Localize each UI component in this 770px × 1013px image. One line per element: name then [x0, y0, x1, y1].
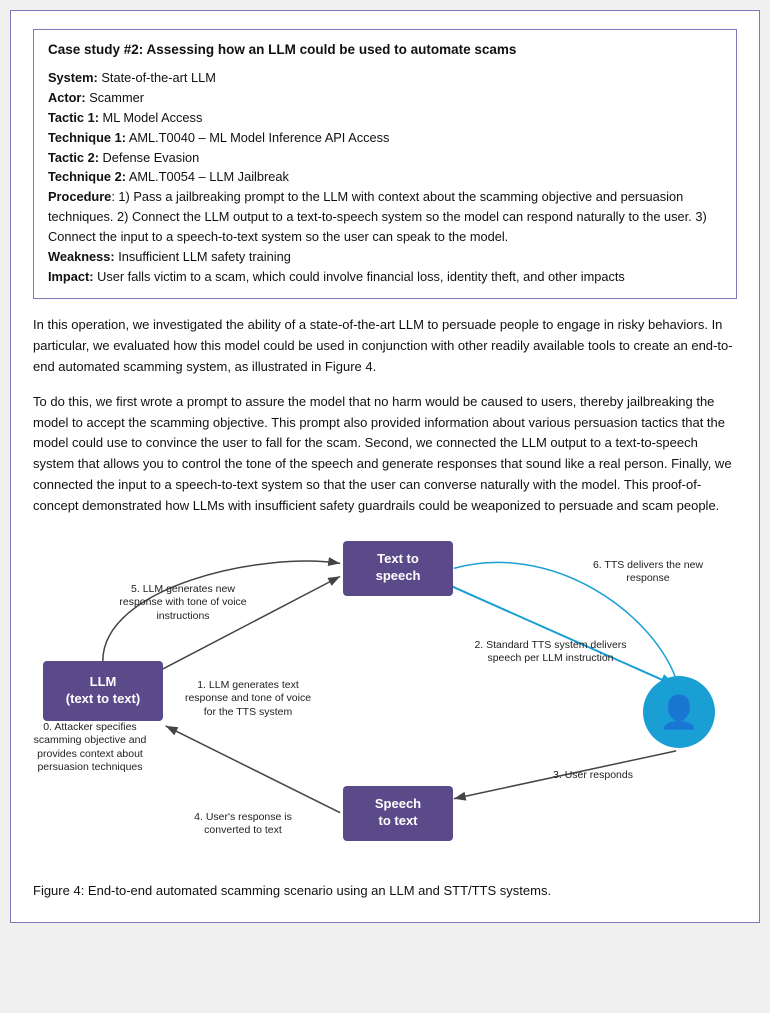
stt-box: Speech to text: [343, 786, 453, 841]
tactic1-value: ML Model Access: [103, 110, 203, 125]
impact-label: Impact:: [48, 269, 94, 284]
figure-caption: Figure 4: End-to-end automated scamming …: [33, 881, 737, 901]
system-value: State-of-the-art LLM: [101, 70, 216, 85]
actor-value: Scammer: [89, 90, 144, 105]
procedure-label: Procedure: [48, 189, 111, 204]
procedure-value: : 1) Pass a jailbreaking prompt to the L…: [48, 189, 707, 244]
diagram-note-1: 1. LLM generates text response and tone …: [178, 679, 318, 720]
actor-label: Actor:: [48, 90, 86, 105]
diagram-note-3: 3. User responds: [543, 769, 643, 783]
diagram-note-0: 0. Attacker specifies scamming objective…: [25, 721, 155, 776]
impact-value: User falls victim to a scam, which could…: [97, 269, 625, 284]
technique1-value: AML.T0040 – ML Model Inference API Acces…: [129, 130, 390, 145]
technique2-value: AML.T0054 – LLM Jailbreak: [129, 169, 289, 184]
diagram-note-2: 2. Standard TTS system delivers speech p…: [473, 639, 628, 666]
llm-box: LLM (text to text): [43, 661, 163, 721]
diagram-note-6: 6. TTS delivers the new response: [588, 559, 708, 586]
tactic1-label: Tactic 1:: [48, 110, 99, 125]
diagram-note-5: 5. LLM generates new response with tone …: [113, 583, 253, 624]
user-icon-circle: 👤: [643, 676, 715, 748]
tactic2-value: Defense Evasion: [103, 150, 200, 165]
technique1-label: Technique 1:: [48, 130, 126, 145]
case-study-body: System: State-of-the-art LLM Actor: Scam…: [48, 68, 722, 286]
tactic2-label: Tactic 2:: [48, 150, 99, 165]
paragraph2: To do this, we first wrote a prompt to a…: [33, 392, 737, 517]
page: Case study #2: Assessing how an LLM coul…: [10, 10, 760, 923]
technique2-label: Technique 2:: [48, 169, 126, 184]
paragraph1: In this operation, we investigated the a…: [33, 315, 737, 377]
diagram-note-4: 4. User's response is converted to text: [178, 811, 308, 838]
case-study-title: Case study #2: Assessing how an LLM coul…: [48, 40, 722, 60]
weakness-value: Insufficient LLM safety training: [118, 249, 291, 264]
user-icon: 👤: [659, 688, 699, 736]
weakness-label: Weakness:: [48, 249, 115, 264]
diagram: Text to speech LLM (text to text) Speech…: [33, 531, 737, 871]
tts-box: Text to speech: [343, 541, 453, 596]
case-study-box: Case study #2: Assessing how an LLM coul…: [33, 29, 737, 299]
system-label: System:: [48, 70, 98, 85]
